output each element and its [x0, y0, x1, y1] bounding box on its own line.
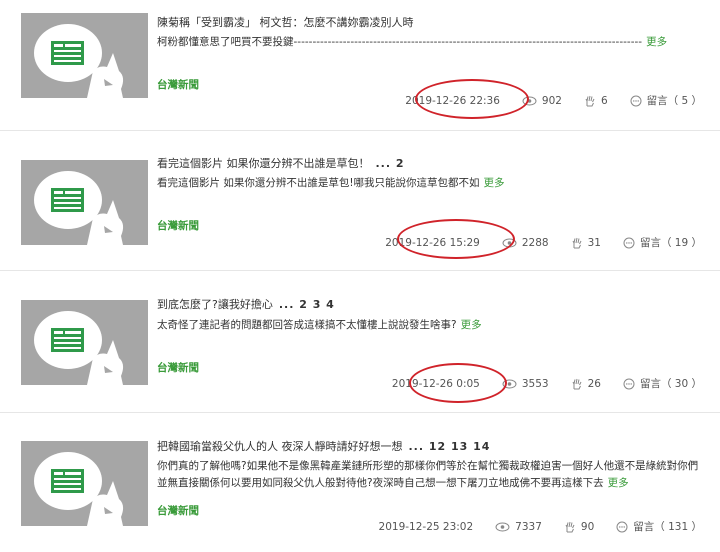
comment-count[interactable]: 留言（ 5 ） [630, 93, 702, 108]
news-mascot-icon [34, 311, 124, 385]
post-stats: 2019-12-25 23:02 7337 90 留言（ 131 ） [379, 519, 702, 534]
comment-label: 留言 [646, 95, 668, 107]
post-date: 2019-12-25 23:02 [378, 520, 474, 533]
post-thumbnail[interactable] [21, 441, 148, 526]
post-excerpt: 你們真的了解他嗎?如果他不是像黑韓產業鏈所形塑的那樣你們等於在幫忙獨裁政權迫害一… [157, 458, 702, 492]
comment-label: 留言 [639, 237, 661, 249]
like-count[interactable]: 6 [584, 95, 608, 107]
post-excerpt: 柯粉都懂意思了吧買不要投鍵---------------------------… [157, 34, 667, 51]
view-count-value: 7337 [515, 520, 542, 533]
post-excerpt: 太奇怪了連記者的問題都回答成這樣搞不太懂樓上說說發生啥事? 更多 [157, 317, 482, 334]
comment-label: 留言 [639, 378, 661, 390]
more-link[interactable]: 更多 [461, 319, 482, 331]
post-excerpt: 看完這個影片 如果你還分辨不出誰是草包!哪我只能說你這草包都不如 更多 [157, 175, 505, 192]
post-title[interactable]: 陳菊稱「受到霸凌」 柯文哲：怎麼不講妳霸凌別人時 [157, 14, 420, 30]
post-title-text[interactable]: 到底怎麼了?讓我好擔心 [157, 298, 273, 311]
comment-count[interactable]: 留言（ 19 ） [623, 235, 702, 250]
post-source[interactable]: 台灣新聞 [157, 218, 199, 233]
post-excerpt-text: 看完這個影片 如果你還分辨不出誰是草包!哪我只能說你這草包都不如 [157, 177, 480, 189]
like-count-value: 6 [600, 94, 608, 107]
post-thumbnail[interactable] [21, 13, 148, 98]
like-count[interactable]: 26 [571, 378, 601, 390]
post-source[interactable]: 台灣新聞 [157, 77, 199, 92]
post-title[interactable]: 到底怎麼了?讓我好擔心 ... 2 3 4 [157, 296, 335, 312]
news-mascot-icon [34, 171, 124, 245]
more-link[interactable]: 更多 [646, 36, 667, 48]
post-excerpt-text: 太奇怪了連記者的問題都回答成這樣搞不太懂樓上說說發生啥事? [157, 319, 457, 331]
more-link[interactable]: 更多 [484, 177, 505, 189]
post-pages[interactable]: ... 2 3 4 [279, 298, 335, 311]
post-item: 把韓國瑜當殺父仇人的人 夜深人靜時請好好想一想 ... 12 13 14 你們真的… [0, 413, 720, 552]
view-count-value: 902 [541, 94, 562, 107]
view-count-value: 3553 [521, 377, 549, 390]
hand-icon [572, 237, 582, 248]
hand-icon [585, 95, 595, 106]
view-count-value: 2288 [521, 236, 549, 249]
post-item: 陳菊稱「受到霸凌」 柯文哲：怎麼不講妳霸凌別人時 柯粉都懂意思了吧買不要投鍵--… [0, 0, 720, 131]
date-annotation-circle [409, 363, 507, 403]
comment-count-value: （ 30 ） [660, 378, 702, 390]
post-title-text[interactable]: 把韓國瑜當殺父仇人的人 夜深人靜時請好好想一想 [157, 440, 403, 453]
post-excerpt-text: 柯粉都懂意思了吧買不要投鍵---------------------------… [157, 36, 643, 48]
post-item: 看完這個影片 如果你還分辨不出誰是草包！ ... 2 看完這個影片 如果你還分辨不… [0, 131, 720, 271]
view-count: 7337 [495, 521, 542, 533]
comment-count[interactable]: 留言（ 30 ） [623, 376, 702, 391]
comment-label: 留言 [633, 521, 655, 533]
comment-count-value: （ 131 ） [654, 521, 702, 533]
post-item: 到底怎麼了?讓我好擔心 ... 2 3 4 太奇怪了連記者的問題都回答成這樣搞不太… [0, 271, 720, 413]
like-count[interactable]: 90 [564, 521, 594, 533]
hand-icon [565, 521, 575, 532]
post-thumbnail[interactable] [21, 300, 148, 385]
post-title[interactable]: 看完這個影片 如果你還分辨不出誰是草包！ ... 2 [157, 155, 405, 171]
hand-icon [572, 378, 582, 389]
date-annotation-circle [397, 219, 515, 259]
post-thumbnail[interactable] [21, 160, 148, 245]
post-source[interactable]: 台灣新聞 [157, 503, 199, 518]
news-mascot-icon [34, 452, 124, 526]
like-count-value: 90 [580, 520, 595, 533]
comment-count[interactable]: 留言（ 131 ） [616, 519, 702, 534]
post-source[interactable]: 台灣新聞 [157, 360, 199, 375]
post-title-text[interactable]: 看完這個影片 如果你還分辨不出誰是草包！ [157, 157, 370, 170]
post-title[interactable]: 把韓國瑜當殺父仇人的人 夜深人靜時請好好想一想 ... 12 13 14 [157, 438, 490, 454]
comment-count-value: （ 5 ） [667, 95, 702, 107]
eye-icon [495, 522, 510, 531]
comment-icon [623, 378, 635, 389]
comment-icon [623, 237, 635, 248]
comment-icon [630, 95, 642, 106]
like-count-value: 26 [587, 377, 601, 390]
date-annotation-circle [415, 79, 529, 119]
post-title-text[interactable]: 陳菊稱「受到霸凌」 柯文哲：怎麼不講妳霸凌別人時 [157, 16, 414, 29]
news-mascot-icon [34, 24, 124, 98]
post-pages[interactable]: ... 12 13 14 [409, 440, 491, 453]
comment-count-value: （ 19 ） [660, 237, 702, 249]
like-count[interactable]: 31 [571, 237, 601, 249]
view-count: 3553 [502, 378, 549, 390]
like-count-value: 31 [587, 236, 601, 249]
post-pages[interactable]: ... 2 [376, 157, 405, 170]
more-link[interactable]: 更多 [608, 477, 629, 489]
comment-icon [616, 521, 628, 532]
